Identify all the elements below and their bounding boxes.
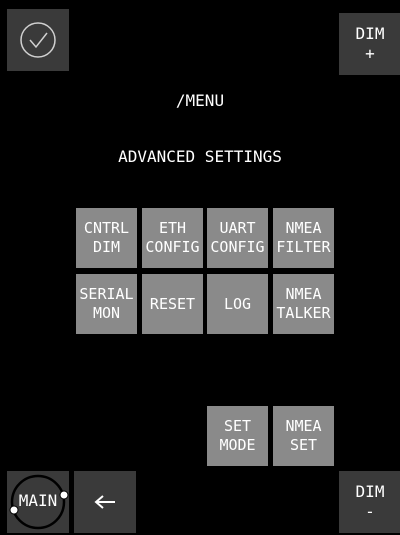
dim-minus-label: DIM - bbox=[355, 482, 385, 521]
eth-config-button[interactable]: ETH CONFIG bbox=[142, 208, 203, 268]
dim-plus-label: DIM + bbox=[355, 24, 385, 63]
serial-mon-button[interactable]: SERIAL MON bbox=[76, 274, 137, 334]
cntrl-dim-button[interactable]: CNTRL DIM bbox=[76, 208, 137, 268]
check-circle-icon bbox=[20, 22, 56, 58]
nmea-talker-button[interactable]: NMEA TALKER bbox=[273, 274, 334, 334]
main-button[interactable]: MAIN bbox=[7, 471, 69, 533]
nmea-set-button[interactable]: NMEA SET bbox=[273, 406, 334, 466]
back-button[interactable] bbox=[74, 471, 136, 533]
page-title: ADVANCED SETTINGS bbox=[118, 147, 282, 166]
main-label: MAIN bbox=[18, 491, 58, 510]
reset-button[interactable]: RESET bbox=[142, 274, 203, 334]
log-button[interactable]: LOG bbox=[207, 274, 268, 334]
confirm-button[interactable] bbox=[7, 9, 69, 71]
dim-plus-button[interactable]: DIM + bbox=[339, 13, 400, 75]
set-mode-button[interactable]: SET MODE bbox=[207, 406, 268, 466]
dim-minus-button[interactable]: DIM - bbox=[339, 471, 400, 533]
left-arrow-icon bbox=[94, 495, 115, 509]
uart-config-button[interactable]: UART CONFIG bbox=[207, 208, 268, 268]
nmea-filter-button[interactable]: NMEA FILTER bbox=[273, 208, 334, 268]
breadcrumb: /MENU bbox=[175, 91, 225, 110]
